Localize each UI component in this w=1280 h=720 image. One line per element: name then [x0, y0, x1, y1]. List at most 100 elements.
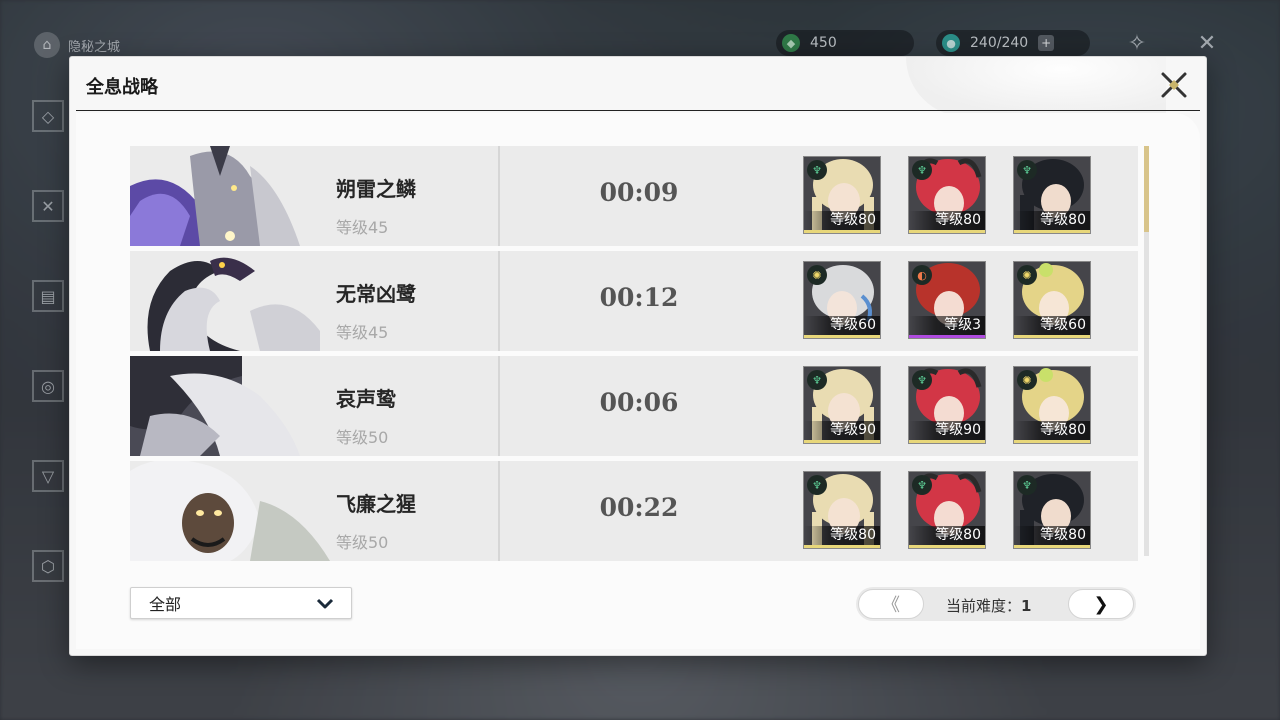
character-level: 等级90 — [804, 421, 880, 440]
clear-time: 00:06 — [599, 388, 679, 417]
boss-row[interactable]: 飞廉之猩 等级50 00:22 ♆ 等级80 ♆ 等级80 ♆ 等级80 — [130, 461, 1138, 561]
modal-header-decoration — [906, 57, 1166, 117]
character-level: 等级3 — [909, 316, 985, 335]
character-card[interactable]: ♆ 等级80 — [803, 156, 881, 234]
resource2-value: 240/240 — [970, 35, 1029, 51]
team-lineup: ♆ 等级80 ♆ 等级80 ♆ 等级80 — [803, 471, 1091, 549]
character-card[interactable]: ♆ 等级80 — [1013, 156, 1091, 234]
boss-level: 等级50 — [336, 533, 389, 552]
filter-dropdown[interactable]: 全部 — [130, 587, 352, 619]
character-level: 等级80 — [1014, 526, 1090, 545]
character-level: 等级80 — [804, 211, 880, 230]
clear-time: 00:12 — [599, 283, 679, 312]
character-card[interactable]: ♆ 等级80 — [908, 156, 986, 234]
rarity-bar — [1014, 335, 1090, 338]
character-level: 等级90 — [909, 421, 985, 440]
coin-icon: ◆ — [782, 34, 800, 52]
rarity-bar — [804, 545, 880, 548]
character-card[interactable]: ♆ 等级80 — [1013, 471, 1091, 549]
character-card[interactable]: ◐ 等级3 — [908, 261, 986, 339]
character-level: 等级80 — [909, 526, 985, 545]
scroll-thumb[interactable] — [1144, 146, 1149, 232]
boss-level: 等级45 — [336, 323, 389, 342]
aero-element-icon: ♆ — [807, 370, 827, 390]
ring-icon[interactable]: ◎ — [32, 370, 64, 402]
boss-portrait — [130, 461, 330, 561]
close-button[interactable] — [1156, 67, 1192, 103]
team-lineup: ♆ 等级90 ♆ 等级90 ✺ 等级80 — [803, 366, 1091, 444]
aero-element-icon: ♆ — [1017, 475, 1037, 495]
character-card[interactable]: ✺ 等级60 — [803, 261, 881, 339]
difficulty-value: 1 — [1021, 597, 1032, 615]
calendar-icon[interactable]: ▤ — [32, 280, 64, 312]
chevron-down-icon — [316, 598, 334, 609]
character-level: 等级80 — [804, 526, 880, 545]
holographic-strategy-modal: 全息战略 朔雷之鳞 等级45 00:09 ♆ 等级80 ♆ 等级80 ♆ 等级8… — [70, 57, 1206, 655]
boss-name: 朔雷之鳞 — [336, 177, 416, 201]
fusion-element-icon: ◐ — [912, 265, 932, 285]
character-card[interactable]: ♆ 等级90 — [803, 366, 881, 444]
title-divider — [76, 110, 1200, 111]
location-label: 隐秘之城 — [68, 39, 121, 55]
character-card[interactable]: ✺ 等级80 — [1013, 366, 1091, 444]
shield-icon[interactable]: ▽ — [32, 460, 64, 492]
rarity-bar — [909, 440, 985, 443]
filter-selected-value: 全部 — [149, 595, 182, 614]
boss-name: 飞廉之猩 — [336, 492, 416, 516]
previous-difficulty-button[interactable]: 《 — [858, 589, 924, 619]
resource1-value: 450 — [810, 35, 837, 51]
close-hud-icon[interactable]: ✕ — [1192, 28, 1222, 58]
aero-element-icon: ♆ — [1017, 160, 1037, 180]
resource-counter-1[interactable]: ◆ 450 — [776, 30, 914, 56]
rarity-bar — [1014, 440, 1090, 443]
character-level: 等级60 — [1014, 316, 1090, 335]
boss-row[interactable]: 无常凶鹭 等级45 00:12 ✺ 等级60 ◐ 等级3 ✺ 等级60 — [130, 251, 1138, 351]
character-card[interactable]: ♆ 等级80 — [908, 471, 986, 549]
rarity-bar — [909, 335, 985, 338]
character-card[interactable]: ♆ 等级90 — [908, 366, 986, 444]
energy-icon: ● — [942, 34, 960, 52]
aero-element-icon: ♆ — [912, 160, 932, 180]
rarity-bar — [804, 230, 880, 233]
character-card[interactable]: ♆ 等级80 — [803, 471, 881, 549]
rarity-bar — [1014, 230, 1090, 233]
rarity-bar — [909, 230, 985, 233]
settings-icon[interactable]: ✧ — [1122, 28, 1152, 58]
spectro-element-icon: ✺ — [1017, 370, 1037, 390]
list-scrollbar[interactable] — [1144, 146, 1149, 556]
spectro-element-icon: ✺ — [807, 265, 827, 285]
side-menu: ◇ ✕ ▤ ◎ ▽ ⬡ — [26, 90, 70, 650]
boss-level: 等级50 — [336, 428, 389, 447]
character-level: 等级60 — [804, 316, 880, 335]
target-icon[interactable]: ◇ — [32, 100, 64, 132]
boss-portrait — [130, 356, 330, 456]
character-level: 等级80 — [1014, 211, 1090, 230]
next-difficulty-button[interactable]: ❯ — [1068, 589, 1134, 619]
team-lineup: ♆ 等级80 ♆ 等级80 ♆ 等级80 — [803, 156, 1091, 234]
resource-counter-2[interactable]: ● 240/240 + — [936, 30, 1090, 56]
cross-icon[interactable]: ✕ — [32, 190, 64, 222]
rarity-bar — [909, 545, 985, 548]
character-level: 等级80 — [909, 211, 985, 230]
map-pin-icon: ⌂ — [34, 32, 60, 58]
boss-list: 朔雷之鳞 等级45 00:09 ♆ 等级80 ♆ 等级80 ♆ 等级80 无常凶… — [130, 146, 1138, 561]
team-lineup: ✺ 等级60 ◐ 等级3 ✺ 等级60 — [803, 261, 1091, 339]
clear-time: 00:09 — [599, 178, 679, 207]
difficulty-pager: 《 当前难度：1 ❯ — [856, 587, 1136, 621]
rarity-bar — [804, 440, 880, 443]
character-card[interactable]: ✺ 等级60 — [1013, 261, 1091, 339]
boss-row[interactable]: 朔雷之鳞 等级45 00:09 ♆ 等级80 ♆ 等级80 ♆ 等级80 — [130, 146, 1138, 246]
boss-name: 无常凶鹭 — [336, 282, 416, 306]
location-indicator: ⌂ 隐秘之城 — [34, 32, 120, 58]
hexagon-icon[interactable]: ⬡ — [32, 550, 64, 582]
boss-name: 哀声鸷 — [336, 387, 396, 411]
close-icon — [1161, 72, 1187, 98]
rarity-bar — [804, 335, 880, 338]
aero-element-icon: ♆ — [912, 370, 932, 390]
modal-title: 全息战略 — [86, 77, 158, 98]
boss-row[interactable]: 哀声鸷 等级50 00:06 ♆ 等级90 ♆ 等级90 ✺ 等级80 — [130, 356, 1138, 456]
boss-level: 等级45 — [336, 218, 389, 237]
difficulty-indicator: 当前难度：1 — [946, 595, 1031, 616]
aero-element-icon: ♆ — [807, 160, 827, 180]
add-resource-button[interactable]: + — [1038, 35, 1055, 51]
